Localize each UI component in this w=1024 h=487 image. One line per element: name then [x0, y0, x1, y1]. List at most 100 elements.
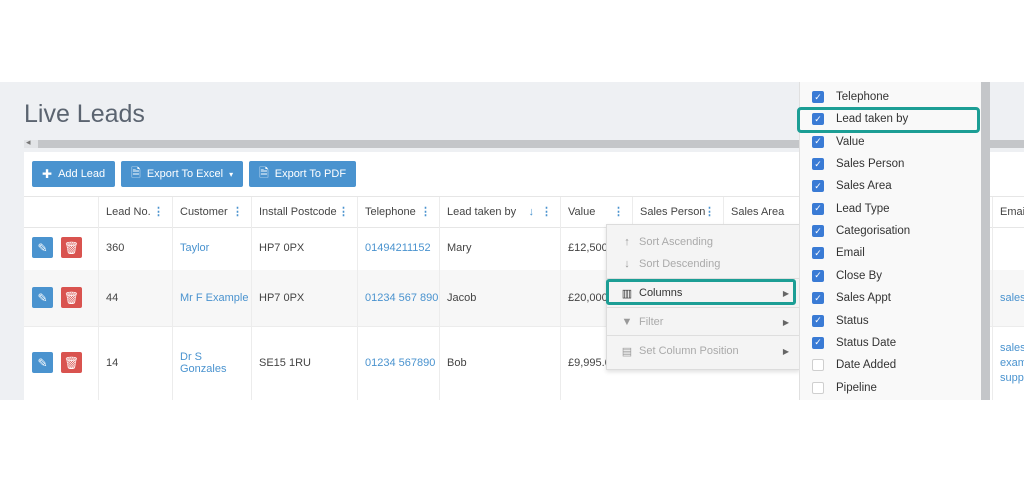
- email-line: suppo: [1000, 371, 1024, 384]
- checkbox-checked-icon[interactable]: ✓: [812, 292, 824, 305]
- column-toggle-label: Categorisation: [836, 225, 911, 238]
- header-value[interactable]: Value ⋮: [560, 197, 632, 227]
- column-menu-icon[interactable]: ⋮: [153, 197, 164, 227]
- menu-divider: [607, 307, 799, 308]
- export-excel-button[interactable]: 🗎 Export To Excel ▾: [121, 161, 244, 187]
- menu-set-column-position[interactable]: ▤ Set Column Position ▶: [607, 340, 799, 362]
- checkbox-checked-icon[interactable]: ✓: [812, 91, 824, 103]
- header-label: Value: [568, 206, 596, 218]
- header-label: Lead taken by: [447, 206, 517, 218]
- checkbox-checked-icon[interactable]: ✓: [812, 135, 824, 148]
- column-toggle-item[interactable]: ✓ Sales Person: [800, 153, 982, 175]
- checkbox-unchecked-icon[interactable]: [812, 381, 824, 394]
- cell-email: [992, 226, 1024, 270]
- column-toggle-label: Value: [836, 135, 865, 148]
- cell-telephone-link[interactable]: 01234 567890: [357, 326, 439, 400]
- column-toggle-label: Close By: [836, 269, 883, 282]
- column-menu-icon[interactable]: ⋮: [541, 197, 552, 227]
- checkbox-checked-icon[interactable]: ✓: [812, 336, 824, 349]
- column-toggle-item[interactable]: ✓ Sales Appt: [800, 287, 982, 309]
- column-menu-icon[interactable]: ⋮: [704, 197, 715, 227]
- checkbox-checked-icon[interactable]: ✓: [812, 314, 824, 327]
- filter-icon: ▼: [621, 316, 633, 328]
- column-toggle-item[interactable]: ✓ Telephone: [800, 86, 982, 108]
- cell-email-link[interactable]: sales: [992, 270, 1024, 326]
- checkbox-unchecked-icon[interactable]: [812, 359, 824, 372]
- checkbox-checked-icon[interactable]: ✓: [812, 180, 824, 193]
- column-menu-icon[interactable]: ⋮: [420, 197, 431, 227]
- menu-label: Set Column Position: [639, 345, 739, 357]
- header-lead-taken-by[interactable]: Lead taken by ↓ ⋮: [439, 197, 560, 227]
- column-toggle-label: Sales Person: [836, 158, 905, 171]
- header-sales-area[interactable]: Sales Area: [723, 197, 803, 227]
- menu-filter[interactable]: ▼ Filter ▶: [607, 311, 799, 333]
- columns-highlight: [606, 279, 796, 305]
- header-sales-person[interactable]: Sales Person ⋮: [632, 197, 723, 227]
- cell-lead-no: 14: [98, 326, 172, 400]
- toolbar: ✚ Add Lead 🗎 Export To Excel ▾ 🗎 Export …: [32, 161, 357, 187]
- column-menu-icon[interactable]: ⋮: [338, 197, 349, 227]
- cell-customer-link[interactable]: Taylor: [172, 226, 251, 270]
- cell-lead-no: 360: [98, 226, 172, 270]
- checkbox-checked-icon[interactable]: ✓: [812, 269, 824, 282]
- submenu-arrow-icon: ▶: [782, 346, 789, 356]
- cell-customer-link[interactable]: Mr F Example: [172, 270, 251, 326]
- column-toggle-item[interactable]: ✓ Close By: [800, 265, 982, 287]
- caret-down-icon: ▾: [229, 169, 234, 179]
- sort-down-icon: ↓: [528, 206, 535, 218]
- column-toggle-item[interactable]: Pipeline: [800, 377, 982, 399]
- column-toggle-label: Status: [836, 314, 869, 327]
- menu-sort-descending[interactable]: ↓ Sort Descending: [607, 253, 799, 275]
- cell-lead-taken-by: Jacob: [439, 270, 560, 326]
- cell-postcode: SE15 1RU: [251, 326, 357, 400]
- column-toggle-item[interactable]: ✓ Value: [800, 131, 982, 153]
- column-toggle-label: Lead Type: [836, 202, 890, 215]
- edit-button[interactable]: ✎: [32, 287, 53, 308]
- column-toggle-item[interactable]: ✓ Categorisation: [800, 220, 982, 242]
- header-label: Sales Person: [640, 206, 706, 218]
- lead-taken-by-highlight: [797, 107, 980, 133]
- header-lead-no[interactable]: Lead No. ⋮: [98, 197, 172, 227]
- pencil-icon: ✎: [37, 240, 48, 255]
- column-toggle-item[interactable]: ✓ Lead Type: [800, 198, 982, 220]
- cell-customer-link[interactable]: Dr S Gonzales: [172, 326, 251, 400]
- column-toggle-item[interactable]: ✓ Email: [800, 242, 982, 264]
- header-label: Telephone: [365, 206, 416, 218]
- checkbox-checked-icon[interactable]: ✓: [812, 202, 824, 215]
- checkbox-checked-icon[interactable]: ✓: [812, 225, 824, 238]
- menu-sort-ascending[interactable]: ↑ Sort Ascending: [607, 231, 799, 253]
- delete-button[interactable]: 🗑: [61, 352, 82, 373]
- scroll-left-icon[interactable]: ◂: [26, 137, 31, 148]
- checkbox-checked-icon[interactable]: ✓: [812, 247, 824, 260]
- cell-telephone-link[interactable]: 01494211152: [357, 226, 439, 270]
- column-toggle-item[interactable]: ✓ Sales Area: [800, 175, 982, 197]
- edit-button[interactable]: ✎: [32, 237, 53, 258]
- edit-button[interactable]: ✎: [32, 352, 53, 373]
- trash-icon: 🗑: [63, 355, 80, 370]
- cell-email-link[interactable]: sales exam suppo: [992, 326, 1024, 400]
- checkbox-checked-icon[interactable]: ✓: [812, 158, 824, 171]
- header-install-postcode[interactable]: Install Postcode ⋮: [251, 197, 357, 227]
- submenu-arrow-icon: ▶: [782, 317, 789, 327]
- menu-divider: [607, 335, 799, 336]
- header-label: Install Postcode: [259, 206, 337, 218]
- cell-telephone-link[interactable]: 01234 567 890: [357, 270, 439, 326]
- column-toggle-item[interactable]: Date Added: [800, 354, 982, 376]
- delete-button[interactable]: 🗑: [61, 287, 82, 308]
- column-toggle-item[interactable]: ✓ Status Date: [800, 332, 982, 354]
- header-customer[interactable]: Customer ⋮: [172, 197, 251, 227]
- column-chooser-scrollbar[interactable]: [981, 82, 990, 400]
- email-line: exam: [1000, 356, 1024, 369]
- column-toggle-item[interactable]: ✓ Status: [800, 310, 982, 332]
- file-icon: 🗎: [259, 165, 269, 180]
- delete-button[interactable]: 🗑: [61, 237, 82, 258]
- export-pdf-button[interactable]: 🗎 Export To PDF: [249, 161, 357, 187]
- column-menu-icon[interactable]: ⋮: [232, 197, 243, 227]
- add-lead-button[interactable]: ✚ Add Lead: [32, 161, 116, 187]
- column-toggle-label: Status Date: [836, 336, 897, 349]
- header-email[interactable]: Email: [992, 197, 1024, 227]
- arrow-up-icon: ↑: [624, 236, 630, 248]
- header-telephone[interactable]: Telephone ⋮: [357, 197, 439, 227]
- pencil-icon: ✎: [37, 355, 48, 370]
- column-menu-icon[interactable]: ⋮: [613, 197, 624, 227]
